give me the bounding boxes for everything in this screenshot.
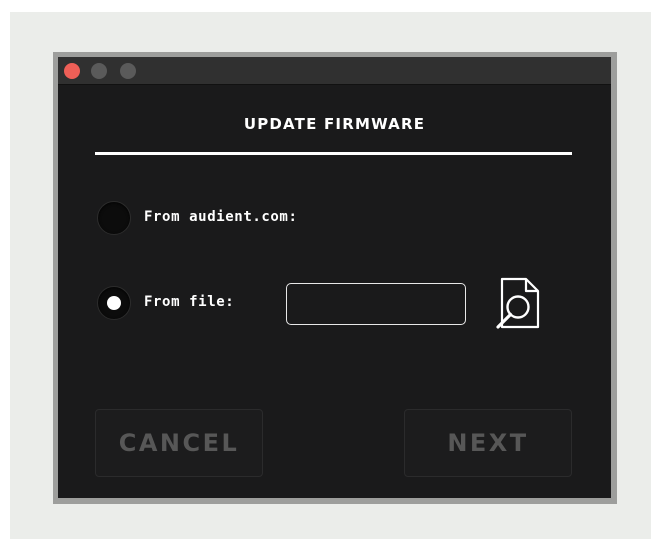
close-window-button[interactable] xyxy=(64,63,80,79)
next-button[interactable]: NEXT xyxy=(404,409,572,477)
from-file-radio[interactable] xyxy=(97,286,131,320)
title-divider xyxy=(95,152,572,155)
radio-selected-dot xyxy=(107,296,121,310)
maximize-window-button[interactable] xyxy=(120,63,136,79)
titlebar[interactable] xyxy=(58,57,611,85)
cancel-button[interactable]: CANCEL xyxy=(95,409,263,477)
from-web-radio[interactable] xyxy=(97,201,131,235)
from-file-label: From file: xyxy=(144,294,235,310)
document-search-icon xyxy=(496,277,540,329)
browse-file-button[interactable] xyxy=(492,275,542,331)
from-web-label: From audient.com: xyxy=(144,209,298,225)
minimize-window-button[interactable] xyxy=(91,63,107,79)
firmware-update-window: UPDATE FIRMWARE From audient.com: From f… xyxy=(58,57,611,498)
file-path-input[interactable] xyxy=(286,283,466,325)
dialog-title: UPDATE FIRMWARE xyxy=(243,115,426,133)
